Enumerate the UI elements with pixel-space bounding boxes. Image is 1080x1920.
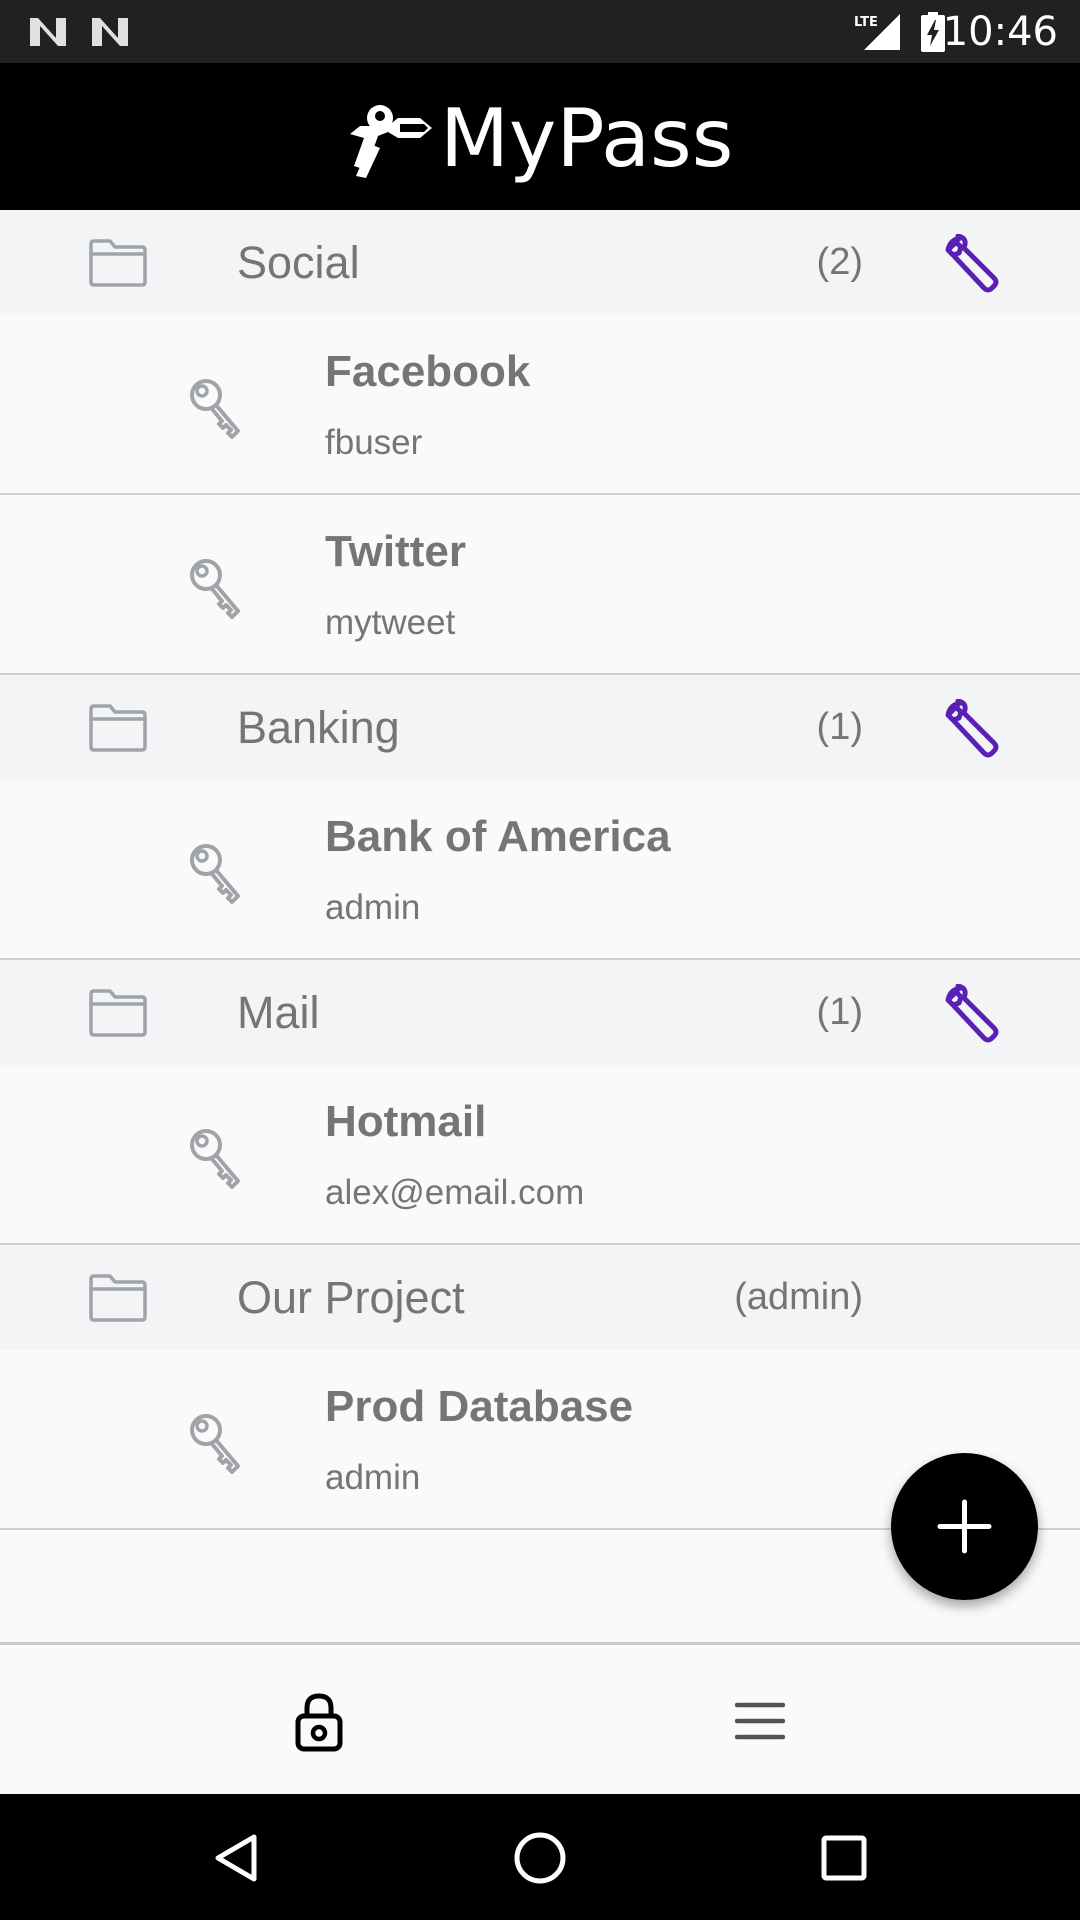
vault-list: Social (2) Facebook fbuser Twitter mytwe… xyxy=(0,210,1080,1530)
keys-logo-icon xyxy=(350,105,432,178)
folder-icon xyxy=(89,239,147,287)
entry-title: Hotmail xyxy=(325,1097,487,1146)
key-icon xyxy=(190,844,240,904)
entry-row[interactable]: Bank of America admin xyxy=(0,780,1080,960)
folder-icon xyxy=(89,1274,147,1322)
entry-title: Twitter xyxy=(325,527,466,576)
wrench-icon[interactable] xyxy=(940,234,1002,294)
group-count: (2) xyxy=(816,241,863,283)
entry-row[interactable]: Hotmail alex@email.com xyxy=(0,1065,1080,1245)
group-header-mail[interactable]: Mail (1) xyxy=(0,960,1080,1065)
n-notification-icon xyxy=(30,18,66,46)
key-icon xyxy=(190,1129,240,1189)
wrench-icon[interactable] xyxy=(940,984,1002,1044)
nav-menu-tab[interactable] xyxy=(540,1645,1080,1794)
group-header-social[interactable]: Social (2) xyxy=(0,210,1080,315)
system-navigation-bar xyxy=(0,1794,1080,1920)
group-name: Social xyxy=(237,237,360,288)
app-title: MyPass xyxy=(440,91,734,185)
group-name: Banking xyxy=(237,702,400,753)
folder-icon xyxy=(89,989,147,1037)
bottom-navigation xyxy=(0,1642,1080,1794)
n-notification-icon xyxy=(92,18,128,46)
group-name: Mail xyxy=(237,987,320,1038)
group-count: (1) xyxy=(816,991,863,1033)
add-entry-button[interactable] xyxy=(891,1453,1038,1600)
back-icon[interactable] xyxy=(212,1833,260,1883)
lte-signal-icon: LTE xyxy=(854,14,900,50)
group-header-banking[interactable]: Banking (1) xyxy=(0,675,1080,780)
folder-icon xyxy=(89,704,147,752)
entry-username: fbuser xyxy=(325,423,423,462)
status-bar: LTE 10:46 xyxy=(0,0,1080,63)
entry-title: Prod Database xyxy=(325,1382,634,1431)
entry-username: mytweet xyxy=(325,603,456,642)
entry-username: alex@email.com xyxy=(325,1173,585,1212)
group-count: (admin) xyxy=(734,1276,863,1318)
group-header-our-project[interactable]: Our Project (admin) xyxy=(0,1245,1080,1350)
nav-vault-tab[interactable] xyxy=(0,1645,540,1794)
key-icon xyxy=(190,379,240,439)
menu-icon xyxy=(735,1702,785,1740)
app-logo: MyPass xyxy=(340,91,734,185)
entry-title: Facebook xyxy=(325,347,531,396)
key-icon xyxy=(190,1414,240,1474)
svg-text:LTE: LTE xyxy=(854,15,878,30)
entry-username: admin xyxy=(325,888,421,927)
entry-title: Bank of America xyxy=(325,812,671,861)
wrench-icon[interactable] xyxy=(940,699,1002,759)
recents-icon[interactable] xyxy=(820,1834,868,1882)
group-name: Our Project xyxy=(237,1272,465,1323)
group-count: (1) xyxy=(816,706,863,748)
entry-row[interactable]: Twitter mytweet xyxy=(0,495,1080,675)
lock-icon xyxy=(295,1693,343,1752)
key-icon xyxy=(190,559,240,619)
entry-row[interactable]: Facebook fbuser xyxy=(0,315,1080,495)
status-time: 10:46 xyxy=(942,9,1058,55)
app-header: MyPass xyxy=(0,63,1080,210)
plus-icon xyxy=(937,1499,992,1554)
entry-username: admin xyxy=(325,1458,421,1497)
home-icon[interactable] xyxy=(513,1831,567,1885)
